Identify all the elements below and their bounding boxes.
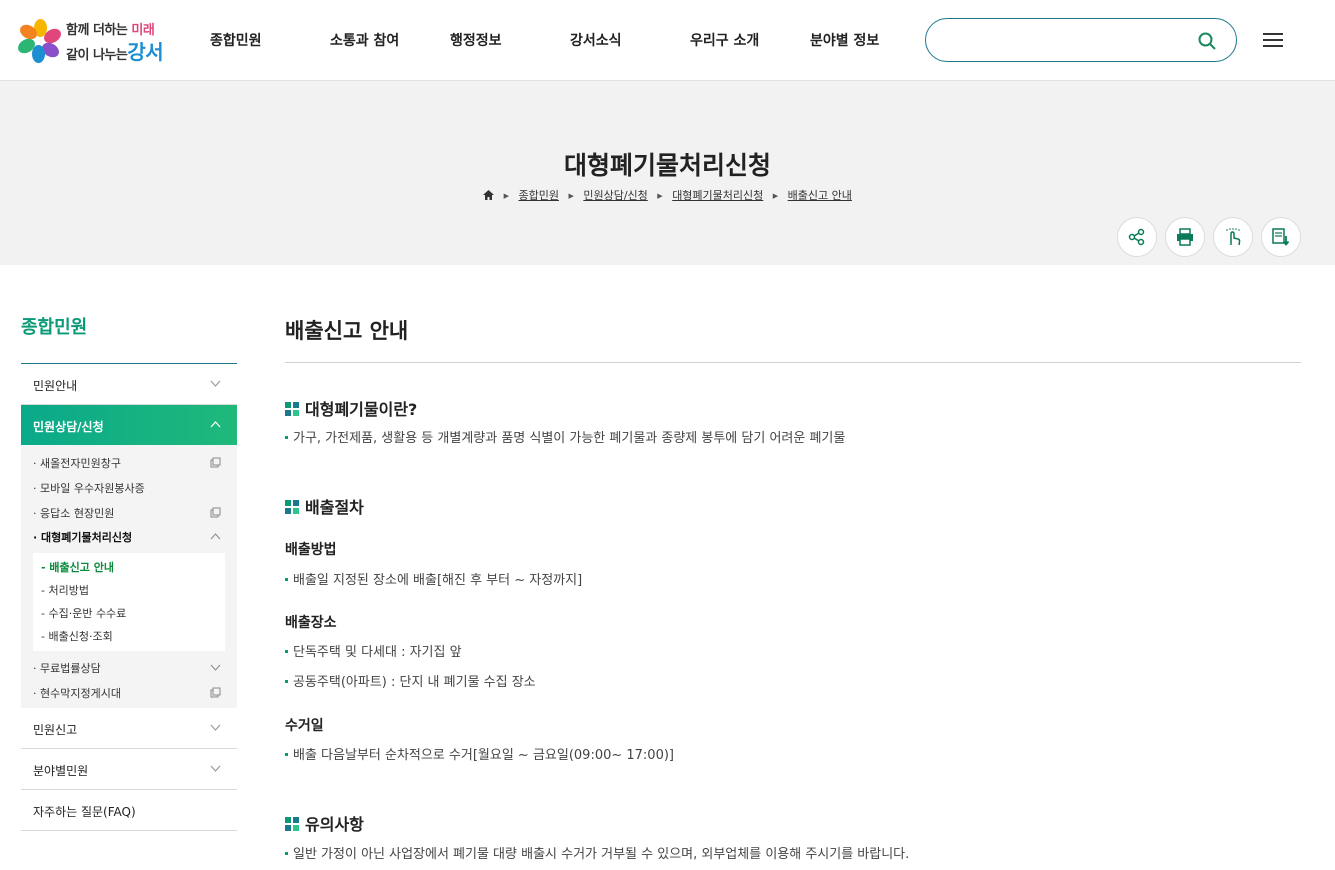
submenu-item-label: 새올전자민원창구 bbox=[40, 457, 121, 470]
sidebar-item-label: 민원안내 bbox=[33, 379, 78, 393]
nested-item[interactable]: - 처리방법 bbox=[41, 582, 89, 598]
section-heading: 유의사항 bbox=[285, 811, 364, 835]
breadcrumb-arrow-icon: ▶ bbox=[503, 192, 509, 200]
nested-item-label: 배출신청·조회 bbox=[48, 630, 113, 643]
breadcrumb-arrow-icon: ▶ bbox=[657, 192, 663, 200]
submenu-item-label: 현수막지정게시대 bbox=[40, 687, 121, 700]
logo-line2-accent: 강서 bbox=[127, 40, 164, 64]
submenu-item-label: 무료법률상담 bbox=[40, 662, 101, 675]
site-header: 함께 더하는 미래 같이 나누는강서 종합민원 소통과 참여 행정정보 강서소식… bbox=[0, 0, 1335, 81]
nav-item-civil-service[interactable]: 종합민원 bbox=[210, 30, 262, 50]
submenu-item[interactable]: · 새올전자민원창구 bbox=[33, 455, 121, 471]
external-window-icon bbox=[210, 457, 221, 468]
sidebar-item-consult-apply[interactable]: 민원상담/신청 bbox=[21, 405, 237, 445]
sidebar-item-label: 민원상담/신청 bbox=[33, 420, 104, 434]
breadcrumb-item-current[interactable]: 배출신고 안내 bbox=[788, 189, 852, 202]
submenu-item-label: 대형폐기물처리신청 bbox=[41, 531, 133, 544]
sidebar-item-civil-guide[interactable]: 민원안내 bbox=[21, 364, 237, 405]
section-bullet-icon bbox=[285, 817, 299, 831]
chevron-up-icon bbox=[210, 533, 221, 540]
page-banner: 대형폐기물처리신청 ▶ 종합민원 ▶ 민원상담/신청 ▶ 대형폐기물처리신청 ▶… bbox=[0, 81, 1335, 265]
chevron-down-icon bbox=[210, 664, 221, 671]
download-icon bbox=[1272, 228, 1290, 246]
breadcrumb: ▶ 종합민원 ▶ 민원상담/신청 ▶ 대형폐기물처리신청 ▶ 배출신고 안내 bbox=[0, 187, 1335, 203]
section-heading-text: 유의사항 bbox=[305, 815, 364, 834]
section-heading: 배출절차 bbox=[285, 494, 364, 518]
search-icon[interactable] bbox=[1198, 32, 1216, 50]
sidebar-item-civil-report[interactable]: 민원신고 bbox=[21, 708, 237, 749]
section-bullet-icon bbox=[285, 402, 299, 416]
sidebar-item-label: 분야별민원 bbox=[33, 764, 89, 778]
breadcrumb-item[interactable]: 민원상담/신청 bbox=[583, 189, 647, 202]
subsection-heading: 수거일 bbox=[285, 718, 324, 734]
nested-item-label: 배출신고 안내 bbox=[49, 561, 114, 574]
submenu-item-active[interactable]: · 대형폐기물처리신청 bbox=[33, 529, 132, 545]
print-icon bbox=[1177, 228, 1193, 246]
nav-item-communication[interactable]: 소통과 참여 bbox=[330, 30, 399, 50]
home-icon[interactable] bbox=[483, 190, 495, 200]
sidebar-item-label: 자주하는 질문(FAQ) bbox=[33, 805, 136, 819]
submenu-item[interactable]: · 모바일 우수자원봉사증 bbox=[33, 480, 145, 496]
nested-item-label: 수집·운반 수수료 bbox=[48, 607, 127, 620]
external-window-icon bbox=[210, 507, 221, 518]
nested-item[interactable]: - 수집·운반 수수료 bbox=[41, 605, 126, 621]
sidebar-item-faq[interactable]: 자주하는 질문(FAQ) bbox=[21, 790, 237, 831]
nav-item-news[interactable]: 강서소식 bbox=[570, 30, 622, 50]
content-bullet: 일반 가정이 아닌 사업장에서 폐기물 대량 배출시 수거가 거부될 수 있으며… bbox=[285, 843, 909, 862]
section-heading: 대형폐기물이란? bbox=[285, 396, 417, 420]
breadcrumb-arrow-icon: ▶ bbox=[772, 192, 779, 200]
search-input[interactable] bbox=[944, 29, 1194, 51]
share-icon bbox=[1128, 228, 1145, 246]
external-window-icon bbox=[210, 687, 221, 698]
breadcrumb-item[interactable]: 대형폐기물처리신청 bbox=[672, 189, 763, 202]
sidebar-title: 종합민원 bbox=[21, 317, 88, 338]
content-bullet: 배출 다음날부터 순차적으로 수거[월요일 ~ 금요일(09:00~ 17:00… bbox=[285, 744, 674, 763]
touch-button[interactable] bbox=[1213, 217, 1253, 257]
hamburger-menu-icon[interactable] bbox=[1263, 33, 1283, 48]
subsection-heading: 배출방법 bbox=[285, 542, 337, 558]
page-title: 대형폐기물처리신청 bbox=[563, 151, 771, 180]
nested-item-current[interactable]: - 배출신고 안내 bbox=[41, 559, 114, 575]
content-bullet: 가구, 가전제품, 생활용 등 개별계량과 품명 식별이 가능한 폐기물과 종량… bbox=[285, 427, 845, 446]
search-box bbox=[925, 18, 1237, 62]
nav-item-about[interactable]: 우리구 소개 bbox=[690, 30, 759, 50]
content-bullet: 공동주택(아파트) : 단지 내 폐기물 수집 장소 bbox=[285, 671, 536, 690]
submenu-nested-list: - 배출신고 안내 - 처리방법 - 수집·운반 수수료 - 배출신청·조회 bbox=[33, 553, 225, 651]
section-heading-text: 배출절차 bbox=[305, 498, 364, 517]
content-divider bbox=[285, 362, 1301, 363]
print-button[interactable] bbox=[1165, 217, 1205, 257]
breadcrumb-arrow-icon: ▶ bbox=[568, 192, 574, 200]
flower-logo-icon bbox=[15, 19, 64, 63]
nav-item-admin-info[interactable]: 행정정보 bbox=[450, 30, 502, 50]
sidebar-item-label: 민원신고 bbox=[33, 723, 78, 737]
sidebar-item-field-civil[interactable]: 분야별민원 bbox=[21, 749, 237, 790]
download-button[interactable] bbox=[1261, 217, 1301, 257]
submenu-item[interactable]: · 현수막지정게시대 bbox=[33, 685, 121, 701]
touch-icon bbox=[1226, 228, 1241, 246]
nested-item-label: 처리방법 bbox=[48, 584, 89, 597]
sidebar-submenu: · 새올전자민원창구 · 모바일 우수자원봉사증 · 응답소 현장민원 · 대형… bbox=[21, 445, 237, 708]
content-bullet: 단독주택 및 다세대 : 자기집 앞 bbox=[285, 641, 462, 660]
chevron-down-icon bbox=[210, 724, 221, 731]
content-title: 배출신고 안내 bbox=[285, 319, 409, 343]
subsection-heading: 배출장소 bbox=[285, 615, 337, 631]
submenu-item-label: 응답소 현장민원 bbox=[40, 507, 115, 520]
share-button[interactable] bbox=[1117, 217, 1157, 257]
breadcrumb-item[interactable]: 종합민원 bbox=[518, 189, 558, 202]
section-heading-text: 대형폐기물이란? bbox=[305, 400, 418, 419]
submenu-item-label: 모바일 우수자원봉사증 bbox=[40, 482, 145, 495]
submenu-item[interactable]: · 응답소 현장민원 bbox=[33, 505, 114, 521]
nav-item-field-info[interactable]: 분야별 정보 bbox=[810, 30, 879, 50]
submenu-item[interactable]: · 무료법률상담 bbox=[33, 660, 101, 676]
nested-item[interactable]: - 배출신청·조회 bbox=[41, 628, 113, 644]
site-logo[interactable]: 함께 더하는 미래 같이 나누는강서 bbox=[15, 17, 165, 64]
content-bullet: 배출일 지정된 장소에 배출[해진 후 부터 ~ 자정까지] bbox=[285, 569, 582, 588]
chevron-down-icon bbox=[210, 765, 221, 772]
section-bullet-icon bbox=[285, 500, 299, 514]
chevron-down-icon bbox=[210, 380, 221, 387]
chevron-up-icon bbox=[210, 421, 221, 428]
logo-line2: 같이 나누는 bbox=[66, 48, 128, 63]
